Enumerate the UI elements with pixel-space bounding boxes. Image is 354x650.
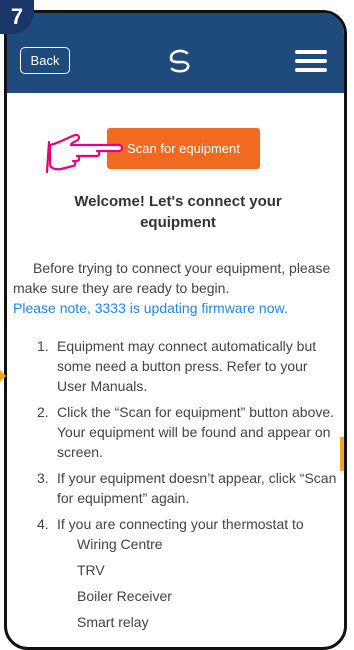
scan-for-equipment-button[interactable]: Scan for equipment: [107, 128, 260, 169]
hamburger-menu-icon[interactable]: [295, 50, 327, 72]
back-button[interactable]: Back: [20, 47, 70, 74]
list-item-number: 2.: [37, 404, 49, 420]
welcome-heading: Welcome! Let's connect your equipment: [47, 191, 309, 233]
list-item-number: 4.: [37, 516, 49, 532]
list-item-text: Equipment may connect automatically but …: [57, 338, 317, 394]
device-type-item: Wiring Centre: [77, 536, 163, 552]
list-item: 3. If your equipment doesn’t appear, cli…: [37, 468, 337, 508]
phone-frame: Back Scan for equipment Welcome! Let's c…: [4, 10, 347, 650]
device-type-list: Wiring Centre TRV Boiler Receiver Smart …: [57, 534, 337, 632]
list-item-number: 1.: [37, 338, 49, 354]
device-type-item: TRV: [77, 562, 105, 578]
list-item-text: Click the “Scan for equipment” button ab…: [57, 404, 335, 460]
list-item-text: If you are connecting your thermostat to: [57, 516, 304, 532]
list-item: 4. If you are connecting your thermostat…: [37, 514, 337, 632]
instructions-list: 1. Equipment may connect automatically b…: [37, 336, 337, 638]
list-item-number: 3.: [37, 470, 49, 486]
list-item: 2. Click the “Scan for equipment” button…: [37, 402, 337, 462]
app-header: Back: [7, 13, 344, 93]
right-pointer-marker: [340, 437, 344, 471]
device-type-item: Smart relay: [77, 614, 149, 630]
pointing-hand-icon: [45, 133, 123, 174]
intro-text: Before trying to connect your equipment,…: [13, 260, 331, 296]
left-pointer-marker: [0, 367, 6, 385]
welcome-line-2: equipment: [140, 214, 216, 231]
device-type-item: Boiler Receiver: [77, 588, 172, 604]
welcome-line-1: Welcome! Let's connect your: [74, 193, 282, 210]
main-content: Scan for equipment Welcome! Let's connec…: [7, 93, 344, 647]
logo-icon: [169, 49, 190, 73]
list-item-text: If your equipment doesn’t appear, click …: [57, 470, 337, 506]
list-item: 1. Equipment may connect automatically b…: [37, 336, 337, 396]
firmware-note: Please note, 3333 is updating firmware n…: [13, 300, 288, 316]
